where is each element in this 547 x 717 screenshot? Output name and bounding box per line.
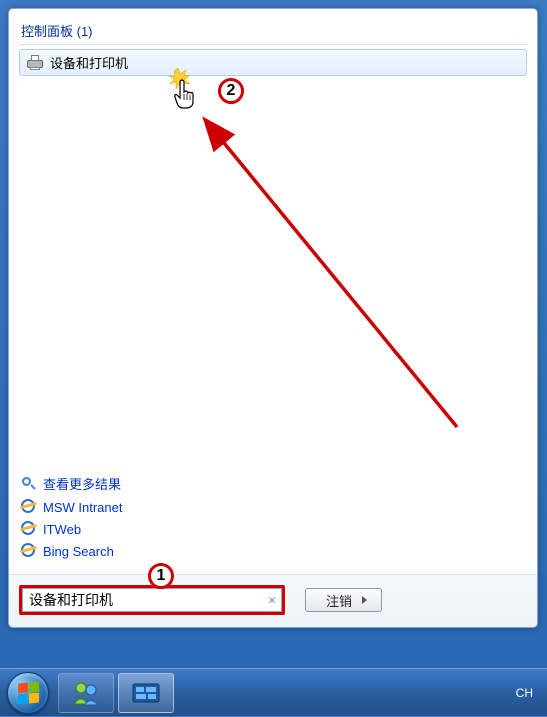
ie-icon	[21, 543, 37, 559]
taskbar-app-control-panel[interactable]	[118, 673, 174, 713]
link-label: MSW Intranet	[43, 500, 122, 515]
ie-icon	[21, 499, 37, 515]
search-input[interactable]	[22, 588, 282, 612]
control-panel-icon	[131, 681, 161, 705]
taskbar: CH	[0, 668, 547, 716]
dropdown-arrow-icon	[362, 596, 367, 604]
results-section-header: 控制面板 (1)	[19, 17, 527, 42]
people-icon	[71, 680, 101, 706]
start-button[interactable]	[0, 669, 56, 717]
windows-logo-icon	[7, 672, 49, 714]
logout-button[interactable]: 注销	[305, 588, 382, 612]
results-empty-space	[19, 76, 527, 467]
link-label: ITWeb	[43, 522, 81, 537]
search-input-highlight: ×	[19, 585, 285, 615]
ime-indicator[interactable]: CH	[516, 686, 533, 700]
msw-intranet-link[interactable]: MSW Intranet	[19, 496, 527, 518]
bing-search-link[interactable]: Bing Search	[19, 540, 527, 562]
section-divider	[19, 44, 527, 45]
annotation-step-2: 2	[218, 78, 244, 104]
result-label: 设备和打印机	[50, 53, 128, 72]
clear-search-icon[interactable]: ×	[268, 593, 276, 608]
logout-label: 注销	[326, 591, 352, 610]
itweb-link[interactable]: ITWeb	[19, 518, 527, 540]
link-label: 查看更多结果	[43, 474, 121, 493]
printer-icon	[26, 55, 44, 71]
result-devices-and-printers[interactable]: 设备和打印机	[19, 49, 527, 76]
link-label: Bing Search	[43, 544, 114, 559]
bottom-links-group: 查看更多结果 MSW Intranet ITWeb Bing Search	[19, 467, 527, 566]
see-more-results-link[interactable]: 查看更多结果	[19, 471, 527, 496]
ie-icon	[21, 521, 37, 537]
search-bar-area: × 注销	[9, 574, 537, 627]
search-icon	[21, 476, 37, 492]
start-menu-body: 控制面板 (1) 设备和打印机 查看更多结果 MSW Intranet ITWe…	[9, 9, 537, 574]
taskbar-app-messenger[interactable]	[58, 673, 114, 713]
annotation-step-1: 1	[148, 563, 174, 589]
system-tray[interactable]: CH	[516, 686, 547, 700]
start-menu-panel: 控制面板 (1) 设备和打印机 查看更多结果 MSW Intranet ITWe…	[8, 8, 538, 628]
